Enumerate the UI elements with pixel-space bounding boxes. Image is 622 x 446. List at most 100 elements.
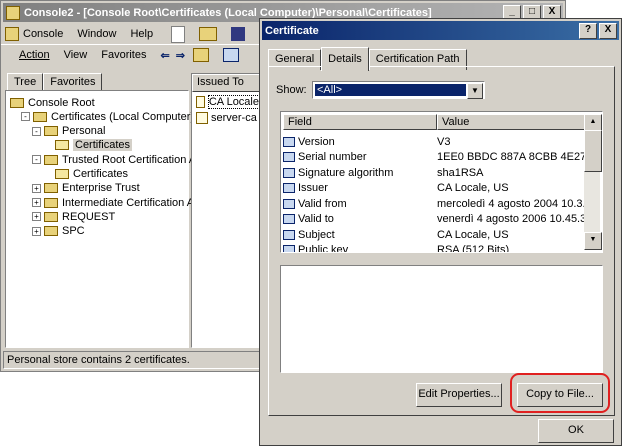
tree-item[interactable]: + Enterprise Trust <box>32 181 140 196</box>
menu-view[interactable]: View <box>64 49 88 61</box>
expand-icon[interactable]: + <box>32 198 41 208</box>
tree-item-label: Certificates <box>73 139 133 152</box>
help-button[interactable]: ? <box>579 22 597 39</box>
column-issued-to[interactable]: Issued To <box>192 74 260 92</box>
collapse-icon[interactable]: - <box>32 155 41 165</box>
menu-console[interactable]: Console <box>23 28 63 40</box>
forward-arrow-icon[interactable]: ⇒ <box>176 49 185 62</box>
column-field[interactable]: Field <box>283 114 437 130</box>
table-row[interactable]: Valid from mercoledì 4 agosto 2004 10.3..… <box>283 196 585 211</box>
field-detail-box[interactable] <box>280 265 603 373</box>
up-folder-icon[interactable] <box>192 48 209 62</box>
field-icon <box>283 245 295 252</box>
folder-icon <box>33 111 47 122</box>
field-name: Valid to <box>298 213 334 225</box>
column-value[interactable]: Value <box>437 114 585 130</box>
tree-item[interactable]: + Intermediate Certification Aut <box>32 195 203 210</box>
table-row[interactable]: Version V3 <box>283 134 585 149</box>
expand-icon[interactable]: + <box>32 183 41 193</box>
expand-icon[interactable]: + <box>32 212 41 222</box>
show-label: Show: <box>276 84 307 96</box>
tree-item[interactable]: Certificates <box>43 167 128 182</box>
field-name-cell: Subject <box>283 229 437 241</box>
certificate-dialog: Certificate ? X General Details Certific… <box>259 18 622 446</box>
certificate-icon <box>196 112 208 124</box>
tab-tree[interactable]: Tree <box>7 73 44 90</box>
table-row[interactable]: Signature algorithm sha1RSA <box>283 165 585 180</box>
folder-icon <box>44 154 58 165</box>
field-name-cell: Issuer <box>283 182 437 194</box>
folder-icon <box>44 183 58 194</box>
ok-button[interactable]: OK <box>538 419 614 443</box>
tree-item-label: Personal <box>62 125 106 138</box>
table-row[interactable]: Valid to venerdì 4 agosto 2006 10.45.37 <box>283 212 585 227</box>
table-row[interactable]: Serial number 1EE0 BBDC 887A 8CBB 4E27 9.… <box>283 150 585 165</box>
field-value: V3 <box>437 135 451 148</box>
field-name-cell: Valid to <box>283 213 437 225</box>
folder-icon <box>44 197 58 208</box>
field-icon <box>283 229 295 240</box>
tab-details[interactable]: Details <box>321 47 369 71</box>
menu-favorites[interactable]: Favorites <box>101 49 146 61</box>
tree-item-label: Intermediate Certification Aut <box>62 196 204 209</box>
tree-item[interactable]: + REQUEST <box>32 209 115 224</box>
dialog-close-button[interactable]: X <box>599 22 617 39</box>
field-icon <box>283 167 295 178</box>
expand-icon[interactable]: + <box>32 226 41 236</box>
new-icon[interactable] <box>171 25 186 43</box>
field-name-cell: Valid from <box>283 198 437 210</box>
field-name: Public key <box>298 244 349 253</box>
show-dropdown[interactable]: <All> ▼ <box>312 81 485 99</box>
field-value: venerdì 4 agosto 2006 10.45.37 <box>437 213 585 225</box>
menu-help[interactable]: Help <box>130 28 153 40</box>
folder-icon <box>55 169 69 179</box>
tree-item-label: Certificates <box>73 168 129 180</box>
table-row[interactable]: Subject CA Locale, US <box>283 227 585 242</box>
field-name-cell: Public key <box>283 244 437 253</box>
field-icon <box>283 214 295 224</box>
copy-to-file-button[interactable]: Copy to File... <box>517 383 603 407</box>
chevron-down-icon[interactable]: ▼ <box>467 83 483 99</box>
collapse-icon[interactable]: - <box>21 112 30 122</box>
folder-icon <box>44 126 58 137</box>
show-tree-icon[interactable] <box>222 48 239 62</box>
folder-icon <box>55 140 69 151</box>
field-list-scrollbar[interactable]: ▲ ▼ <box>584 114 602 250</box>
tree-item[interactable]: - Trusted Root Certification Au <box>32 152 202 167</box>
field-name: Valid from <box>298 197 347 210</box>
field-value: CA Locale, US <box>437 182 509 194</box>
tree-item[interactable]: - Personal <box>32 124 105 139</box>
scroll-down-icon[interactable]: ▼ <box>584 232 602 250</box>
tree-item[interactable]: + SPC <box>32 224 85 239</box>
tree-item[interactable]: Certificates <box>43 138 133 153</box>
field-icon <box>283 136 295 147</box>
open-folder-icon[interactable] <box>199 27 218 41</box>
field-name-cell: Signature algorithm <box>283 167 437 179</box>
tree-item[interactable]: Console Root <box>10 95 95 110</box>
save-icon[interactable] <box>231 27 246 41</box>
field-name-cell: Version <box>283 136 437 148</box>
list-item[interactable]: server-ca <box>192 110 260 126</box>
list-item[interactable]: CA Locale <box>192 94 260 110</box>
edit-properties-button[interactable]: Edit Properties... <box>416 383 502 407</box>
tree-item-label: Console Root <box>28 96 95 109</box>
menu-action[interactable]: Action <box>19 49 50 61</box>
table-row[interactable]: Public key RSA (512 Bits) <box>283 243 585 253</box>
field-name-cell: Serial number <box>283 151 437 163</box>
dialog-titlebar[interactable]: Certificate ? X <box>262 21 619 40</box>
tree-item[interactable]: - Certificates (Local Computer) <box>21 109 194 124</box>
tab-favorites[interactable]: Favorites <box>43 73 103 90</box>
menu-window[interactable]: Window <box>77 28 116 40</box>
show-dropdown-value: <All> <box>315 84 466 96</box>
console-menu-icon[interactable] <box>5 27 19 41</box>
scroll-thumb[interactable] <box>584 130 602 172</box>
back-arrow-icon[interactable]: ⇐ <box>160 49 169 62</box>
field-icon <box>283 152 295 162</box>
list-item-label: CA Locale <box>207 95 260 109</box>
tree-item-label: REQUEST <box>62 210 116 223</box>
table-row[interactable]: Issuer CA Locale, US <box>283 181 585 196</box>
folder-icon <box>44 211 58 222</box>
console-app-icon <box>6 5 20 20</box>
collapse-icon[interactable]: - <box>32 126 41 136</box>
folder-icon <box>10 97 24 108</box>
